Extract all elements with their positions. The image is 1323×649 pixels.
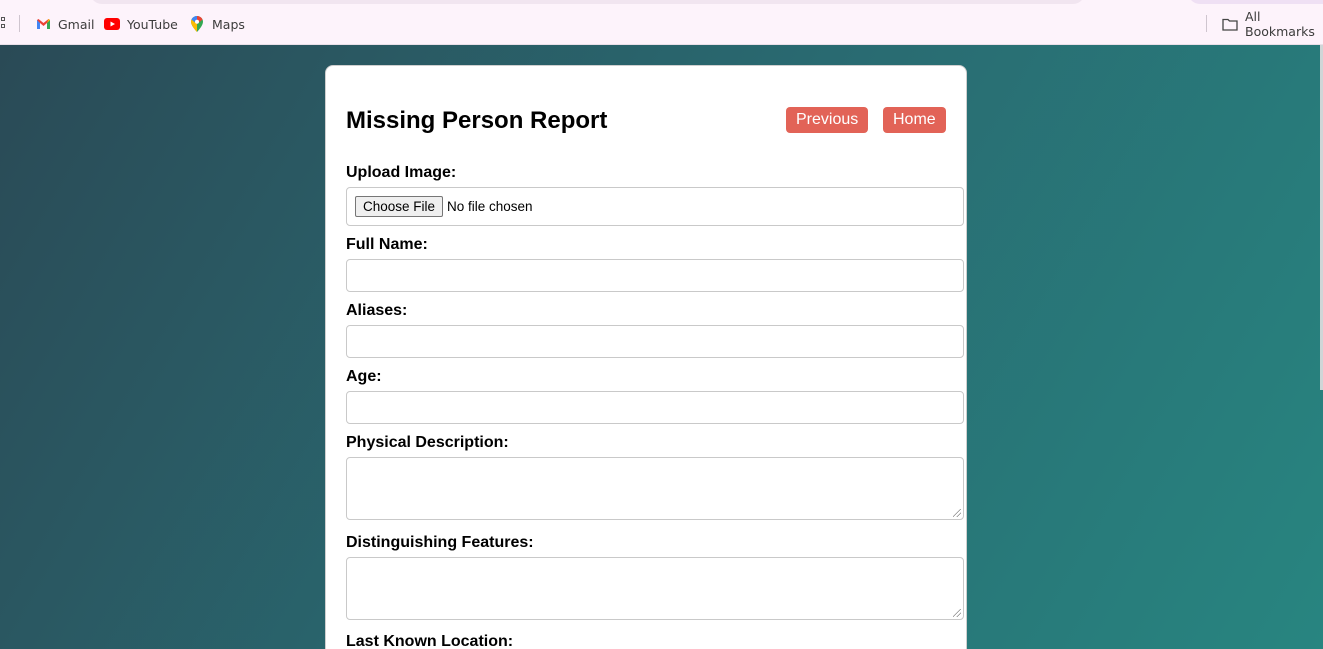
apps-grid-icon[interactable] — [0, 17, 5, 30]
all-bookmarks-button[interactable]: All Bookmarks — [1222, 9, 1323, 39]
maps-icon — [189, 16, 205, 32]
bookmark-label: Maps — [212, 16, 245, 32]
upload-image-field: Choose File No file chosen — [346, 187, 964, 226]
resize-handle-icon[interactable] — [953, 509, 961, 517]
physical-description-textarea[interactable] — [346, 457, 964, 520]
full-name-input[interactable] — [346, 259, 964, 292]
all-bookmarks-label: All Bookmarks — [1245, 9, 1315, 39]
upload-image-label: Upload Image: — [346, 164, 457, 181]
page-title: Missing Person Report — [346, 107, 608, 134]
file-status-text: No file chosen — [447, 199, 533, 214]
physical-description-label: Physical Description: — [346, 434, 509, 451]
last-known-location-label: Last Known Location: — [346, 633, 514, 649]
age-input[interactable] — [346, 391, 964, 424]
resize-handle-icon[interactable] — [953, 609, 961, 617]
previous-button[interactable]: Previous — [786, 107, 869, 133]
age-label: Age: — [346, 368, 382, 385]
bookmark-label: Gmail — [58, 16, 95, 32]
address-bar-edge[interactable] — [90, 0, 1085, 4]
bookmarks-separator — [19, 15, 20, 32]
youtube-icon — [104, 16, 120, 32]
folder-icon — [1222, 16, 1238, 32]
bookmark-maps[interactable]: Maps — [189, 15, 245, 33]
distinguishing-features-textarea[interactable] — [346, 557, 964, 620]
bookmark-youtube[interactable]: YouTube — [104, 15, 178, 33]
aliases-label: Aliases: — [346, 302, 408, 319]
profile-button-edge[interactable] — [1188, 0, 1323, 4]
bookmarks-separator — [1206, 15, 1207, 32]
aliases-input[interactable] — [346, 325, 964, 358]
bookmarks-bar: Gmail YouTube Maps All Bookmarks — [0, 0, 1323, 45]
gmail-icon — [35, 16, 51, 32]
full-name-label: Full Name: — [346, 236, 428, 253]
bookmark-label: YouTube — [127, 16, 178, 32]
report-form-card: Missing Person Report Previous Home Uplo… — [325, 65, 967, 649]
choose-file-button[interactable]: Choose File — [355, 196, 444, 217]
bookmark-gmail[interactable]: Gmail — [35, 15, 94, 33]
distinguishing-features-label: Distinguishing Features: — [346, 534, 534, 551]
home-button[interactable]: Home — [883, 107, 946, 133]
